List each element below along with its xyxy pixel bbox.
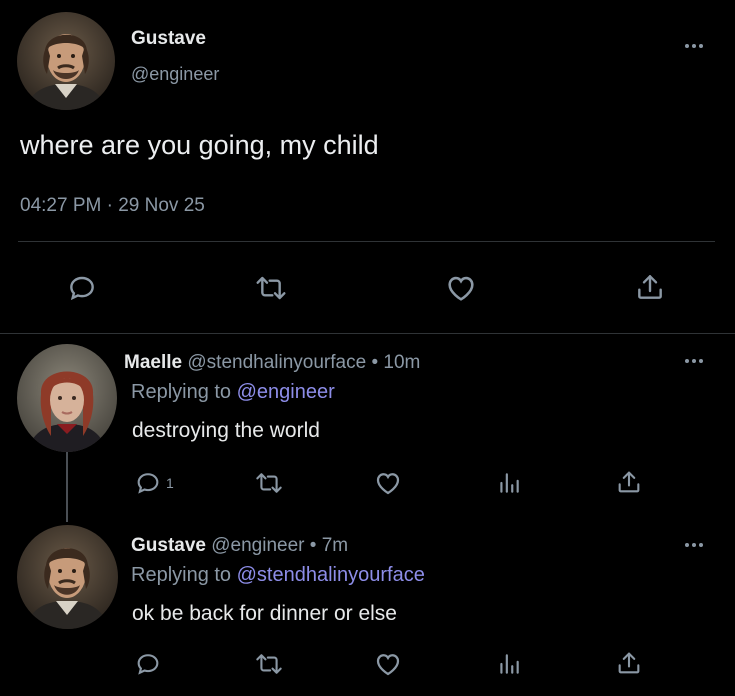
reply-count: 1 [166,475,174,491]
share-icon [638,275,662,299]
heart-icon [448,276,474,301]
heart-icon [376,473,400,495]
reply-text: destroying the world [132,419,320,442]
reply-header: Maelle @stendhalinyourface • 10m [124,352,420,374]
section-divider [0,333,735,334]
like-button[interactable] [373,649,403,679]
avatar-maelle[interactable] [17,344,117,452]
tweet-timestamp[interactable]: 04:27 PM · 29 Nov 25 [20,195,205,217]
speech-bubble-icon [137,473,159,494]
replying-to: Replying to @stendhalinyourface [131,564,425,587]
share-icon [618,471,640,493]
analytics-button[interactable] [496,469,522,497]
more-dots-icon [685,359,689,363]
avatar-gustave[interactable] [17,12,115,110]
replying-to-prefix: Replying to [131,381,232,403]
retweet-button[interactable] [253,469,285,497]
retweet-icon [256,654,282,674]
retweet-button[interactable] [253,272,289,304]
reply-author-name[interactable]: Gustave [131,535,206,556]
replying-to-handle[interactable]: @stendhalinyourface [237,564,425,586]
replying-to-prefix: Replying to [131,564,232,586]
retweet-icon [256,276,286,300]
author-handle[interactable]: @engineer [131,64,219,85]
bar-chart-icon [500,473,519,493]
tweet-text: where are you going, my child [20,130,379,160]
tweet-date: 29 Nov 25 [118,195,205,216]
dot-separator: • [371,352,379,373]
bar-chart-icon [500,654,519,674]
reply-author-handle[interactable]: @stendhalinyourface [187,352,366,373]
reply-time[interactable]: 7m [322,535,348,556]
thread-connector-line [66,452,68,522]
dot-separator: • [309,535,317,556]
reply-time[interactable]: 10m [383,352,420,373]
analytics-button[interactable] [496,650,522,678]
reply-header: Gustave @engineer • 7m [131,535,348,557]
reply-button[interactable] [66,272,98,304]
reply-author-name[interactable]: Maelle [124,352,182,373]
timestamp-separator: · [106,195,113,216]
heart-icon [376,654,400,676]
like-button[interactable] [444,271,478,305]
reply-button[interactable] [134,650,162,678]
share-button[interactable] [634,270,666,304]
share-button[interactable] [615,467,643,497]
retweet-button[interactable] [253,650,285,678]
share-icon [618,652,640,674]
more-options-button[interactable] [685,359,703,363]
reply-text: ok be back for dinner or else [132,602,397,625]
avatar-gustave[interactable] [17,525,118,629]
author-name[interactable]: Gustave [131,28,206,50]
speech-bubble-icon [137,654,159,675]
more-dots-icon [685,44,689,48]
like-button[interactable] [373,468,403,498]
reply-button[interactable]: 1 [134,469,174,497]
speech-bubble-icon [70,276,94,301]
share-button[interactable] [615,648,643,678]
more-options-button[interactable] [685,543,703,547]
retweet-icon [256,473,282,493]
replying-to-handle[interactable]: @engineer [237,381,335,403]
reply-author-handle[interactable]: @engineer [211,535,304,556]
more-options-button[interactable] [685,44,703,48]
replying-to: Replying to @engineer [131,381,335,404]
tweet-time: 04:27 PM [20,195,102,216]
more-dots-icon [685,543,689,547]
divider [18,241,715,242]
